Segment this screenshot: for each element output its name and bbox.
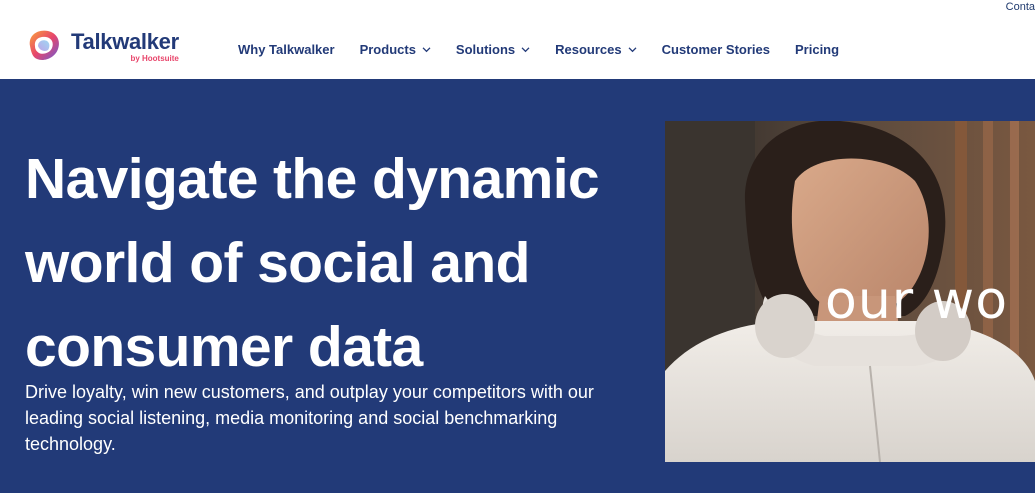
logo-byline: by Hootsuite [130, 53, 179, 63]
chevron-down-icon [628, 45, 637, 54]
logo-wordmark: Talkwalker [71, 28, 179, 54]
chevron-down-icon [422, 45, 431, 54]
logo[interactable]: Talkwalker by Hootsuite [24, 26, 179, 66]
nav-label: Solutions [455, 41, 516, 57]
nav-label: Pricing [795, 41, 840, 57]
site-header: Conta Talkwalker by Hootsuite Why Talkwa… [0, 0, 1035, 79]
nav-label: Products [359, 41, 416, 57]
hero-subtitle: Drive loyalty, win new customers, and ou… [25, 382, 594, 454]
nav-label: Why Talkwalker [238, 41, 335, 57]
main-nav: Why Talkwalker Products Solutions Resour… [238, 41, 864, 57]
nav-pricing[interactable]: Pricing [795, 42, 839, 57]
nav-solutions[interactable]: Solutions [456, 42, 530, 57]
hero-title: Navigate the dynamic world of social and… [25, 147, 600, 379]
chevron-down-icon [521, 45, 530, 54]
nav-customer-stories[interactable]: Customer Stories [662, 42, 770, 57]
image-overlay-text: our wo [825, 271, 1009, 331]
nav-resources[interactable]: Resources [555, 41, 637, 57]
hero-image: our wo [665, 121, 1035, 462]
hero-section: Navigate the dynamic world of social and… [0, 79, 1035, 493]
nav-why-talkwalker[interactable]: Why Talkwalker [238, 42, 335, 57]
contact-link[interactable]: Conta [1006, 1, 1035, 13]
nav-products[interactable]: Products [360, 42, 431, 57]
nav-label: Resources [555, 41, 622, 57]
talkwalker-logo-icon [29, 30, 59, 60]
nav-label: Customer Stories [661, 41, 770, 57]
